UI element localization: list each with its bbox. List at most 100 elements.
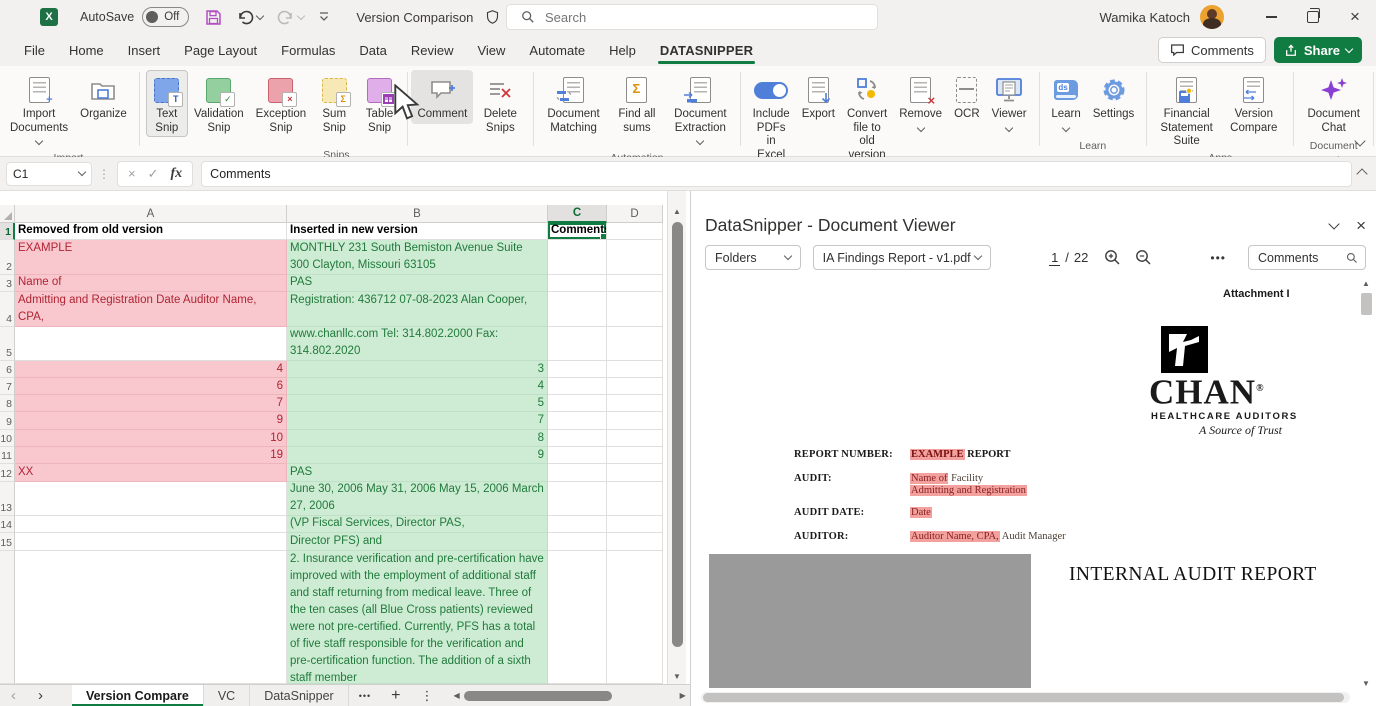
cell-b2[interactable]: MONTHLY 231 South Bemiston Avenue Suite … — [287, 240, 548, 275]
cell-d7[interactable] — [607, 378, 663, 395]
row-header-16[interactable] — [0, 551, 15, 684]
cell-a15[interactable] — [15, 533, 287, 551]
cell-a13[interactable] — [15, 482, 287, 516]
grid-vertical-scrollbar[interactable]: ▲ ▼ — [667, 191, 686, 684]
cell-c7[interactable] — [548, 378, 607, 395]
tab-help[interactable]: Help — [597, 34, 648, 66]
excel-logo-icon[interactable]: X — [40, 8, 58, 26]
grid-horizontal-scrollbar[interactable]: ◀ ▶ — [450, 691, 690, 701]
column-header-b[interactable]: B — [287, 205, 548, 223]
cell-d2[interactable] — [607, 240, 663, 275]
cell-b14[interactable]: (VP Fiscal Services, Director PAS, — [287, 516, 548, 533]
tab-automate[interactable]: Automate — [517, 34, 597, 66]
cell-d11[interactable] — [607, 447, 663, 464]
row-header-2[interactable]: 2 — [0, 240, 15, 275]
cell-c1-selected[interactable]: Comments — [548, 223, 607, 240]
hscroll-right-icon[interactable]: ▶ — [676, 691, 690, 700]
cell-b10[interactable]: 8 — [287, 430, 548, 447]
cell-d14[interactable] — [607, 516, 663, 533]
document-matching-button[interactable]: Document Matching — [540, 70, 607, 137]
validation-snip-button[interactable]: ✓ Validation Snip — [188, 70, 250, 137]
row-header-1[interactable]: 1 — [0, 223, 15, 240]
cell-c11[interactable] — [548, 447, 607, 464]
close-button[interactable]: × — [1334, 0, 1376, 34]
cell-b15[interactable]: Director PFS) and — [287, 533, 548, 551]
hscroll-thumb[interactable] — [464, 691, 612, 701]
row-header-5[interactable]: 5 — [0, 327, 15, 361]
cell-d6[interactable] — [607, 361, 663, 378]
collapse-formula-bar-button[interactable] — [1358, 165, 1366, 183]
row-header-3[interactable]: 3 — [0, 275, 15, 292]
panel-search-input[interactable] — [1256, 250, 1346, 266]
cell-c10[interactable] — [548, 430, 607, 447]
cell-c6[interactable] — [548, 361, 607, 378]
financial-statement-suite-button[interactable]: Financial Statement Suite — [1153, 70, 1220, 151]
cell-d5[interactable] — [607, 327, 663, 361]
organize-button[interactable]: Organize — [74, 70, 133, 124]
search-input[interactable] — [543, 9, 827, 26]
cell-a5[interactable] — [15, 327, 287, 361]
tab-file[interactable]: File — [12, 34, 57, 66]
cell-d13[interactable] — [607, 482, 663, 516]
convert-file-button[interactable]: Convert file to old version — [841, 70, 893, 164]
restore-button[interactable] — [1292, 0, 1334, 34]
cell-b9[interactable]: 7 — [287, 412, 548, 430]
remove-button[interactable]: × Remove — [893, 70, 948, 137]
document-chat-button[interactable]: Document Chat — [1300, 70, 1367, 137]
column-header-a[interactable]: A — [15, 205, 287, 223]
cell-c9[interactable] — [548, 412, 607, 430]
cell-d10[interactable] — [607, 430, 663, 447]
table-snip-button[interactable]: Table Snip — [356, 70, 403, 137]
comment-button[interactable]: Comment — [411, 70, 473, 124]
document-extraction-button[interactable]: Document Extraction — [667, 70, 734, 151]
row-header-4[interactable]: 4 — [0, 292, 15, 327]
cell-c3[interactable] — [548, 275, 607, 292]
new-sheet-button[interactable]: + — [381, 687, 410, 705]
share-button[interactable]: Share — [1274, 37, 1362, 63]
tab-page-layout[interactable]: Page Layout — [172, 34, 269, 66]
autosave-toggle[interactable]: Off — [142, 7, 189, 27]
panel-search-box[interactable] — [1248, 245, 1366, 270]
cell-a3[interactable]: Name of — [15, 275, 287, 292]
row-header-14[interactable]: 14 — [0, 516, 15, 533]
folders-dropdown[interactable]: Folders — [705, 245, 801, 270]
export-button[interactable]: Export — [796, 70, 841, 124]
cell-b6[interactable]: 3 — [287, 361, 548, 378]
panel-vertical-scrollbar[interactable]: ▲ ▼ — [1359, 279, 1373, 688]
panel-vscroll-thumb[interactable] — [1361, 293, 1372, 315]
cell-c2[interactable] — [548, 240, 607, 275]
learn-button[interactable]: ds Learn — [1045, 70, 1086, 137]
cell-a6[interactable]: 4 — [15, 361, 287, 378]
cell-b7[interactable]: 4 — [287, 378, 548, 395]
cell-b4[interactable]: Registration: 436712 07-08-2023 Alan Coo… — [287, 292, 548, 327]
panel-collapse-icon[interactable] — [1328, 218, 1339, 229]
cell-a8[interactable]: 7 — [15, 395, 287, 412]
sheet-options-button[interactable]: ⋮ — [411, 688, 444, 704]
pdf-document-view[interactable]: Attachment I CHAN® HEALTHCARE AUDITORS A… — [691, 279, 1357, 688]
panel-more-options-button[interactable]: ••• — [1210, 251, 1226, 265]
cell-a4[interactable]: Admitting and Registration Date Auditor … — [15, 292, 287, 327]
sheet-tab-version-compare[interactable]: Version Compare — [72, 685, 204, 706]
tab-home[interactable]: Home — [57, 34, 116, 66]
version-compare-button[interactable]: Version Compare — [1220, 70, 1287, 137]
select-all-button[interactable] — [0, 205, 15, 223]
row-header-8[interactable]: 8 — [0, 395, 15, 412]
insert-function-button[interactable]: fx — [171, 166, 183, 182]
document-dropdown[interactable]: IA Findings Report - v1.pdf — [813, 245, 991, 270]
search-box[interactable] — [506, 4, 878, 30]
import-documents-button[interactable]: + Import Documents — [4, 70, 74, 151]
row-header-9[interactable]: 9 — [0, 412, 15, 430]
undo-dropdown-icon[interactable] — [256, 11, 264, 19]
cell-b12[interactable]: PAS — [287, 464, 548, 482]
user-name[interactable]: Wamika Katoch — [1099, 10, 1190, 25]
formula-input[interactable]: Comments — [201, 161, 1352, 187]
name-box[interactable]: C1 — [6, 162, 92, 186]
grid-vscroll-thumb[interactable] — [672, 222, 683, 647]
column-header-c[interactable]: C — [548, 205, 607, 223]
sum-snip-button[interactable]: Σ Sum Snip — [312, 70, 356, 137]
redo-button[interactable] — [277, 9, 304, 25]
cell-b8[interactable]: 5 — [287, 395, 548, 412]
viewer-button[interactable]: Viewer — [986, 70, 1033, 137]
cell-d1[interactable] — [607, 223, 663, 240]
next-sheet-button[interactable]: › — [27, 687, 54, 704]
